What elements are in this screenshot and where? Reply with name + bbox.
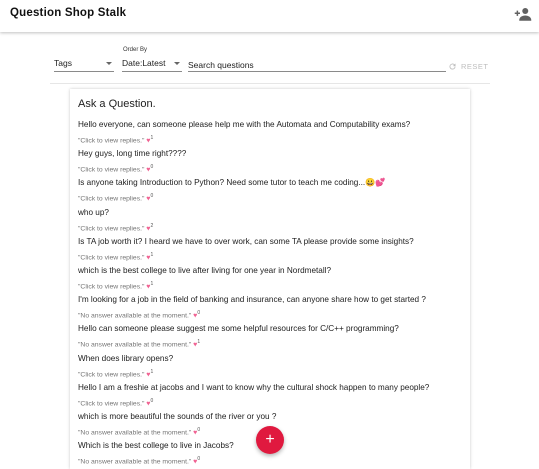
like-count: 1 <box>150 368 154 375</box>
reply-status[interactable]: "Click to view replies." <box>78 225 144 232</box>
list-item[interactable]: Is TA job worth it? I heard we have to o… <box>78 237 463 262</box>
like-count: 0 <box>197 310 201 317</box>
list-item[interactable]: which is the best college to live after … <box>78 266 463 291</box>
question-meta: "No answer available at the moment." ♥1 <box>78 338 463 349</box>
reply-status[interactable]: "Click to view replies." <box>78 283 144 290</box>
reply-status[interactable]: "Click to view replies." <box>78 400 144 407</box>
question-meta: "Click to view replies." ♥2 <box>78 222 463 233</box>
like-count: 0 <box>150 193 154 200</box>
list-item[interactable]: I'm looking for a job in the field of ba… <box>78 295 463 320</box>
question-text: who up? <box>78 207 109 217</box>
app-title: Question Shop Stalk <box>10 7 127 19</box>
like-count: 0 <box>197 456 201 463</box>
question-text: Is anyone taking Introduction to Python?… <box>78 178 386 188</box>
question-text: which is the best college to live after … <box>78 266 332 275</box>
filter-bar: Tags Order By Date:Latest RESET <box>50 38 490 84</box>
add-question-button[interactable]: + <box>256 426 284 454</box>
list-item[interactable]: Hello everyone, can someone please help … <box>78 120 463 145</box>
reply-status[interactable]: "Click to view replies." <box>78 137 144 144</box>
list-item[interactable]: When does library opens? "Click to view r… <box>78 354 463 379</box>
search-input[interactable] <box>188 58 446 72</box>
list-item[interactable]: Hello can someone please suggest me some… <box>78 324 463 349</box>
reply-status[interactable]: "Click to view replies." <box>78 196 144 203</box>
list-item[interactable]: Hello I am a freshie at jacobs and I wan… <box>78 383 463 408</box>
question-meta: "Click to view replies." ♥0 <box>78 192 463 203</box>
like-count: 0 <box>197 427 201 433</box>
plus-icon: + <box>265 431 275 448</box>
like-count: 0 <box>150 164 154 171</box>
reply-status[interactable]: "No answer available at the moment." <box>78 342 191 349</box>
like-count: 1 <box>150 281 154 287</box>
question-meta: "Click to view replies." ♥0 <box>78 163 463 174</box>
questions-card: Ask a Question. Hello everyone, can some… <box>70 89 470 469</box>
tags-select-label: Tags <box>54 58 72 68</box>
person-add-icon[interactable] <box>513 5 533 23</box>
question-meta: "Click to view replies." ♥1 <box>78 251 463 262</box>
question-text: Hello can someone please suggest me some… <box>78 324 399 334</box>
question-meta: "No answer available at the moment." ♥0 <box>78 309 463 320</box>
card-title[interactable]: Ask a Question. <box>78 98 156 110</box>
reply-status[interactable]: "Click to view replies." <box>78 254 144 261</box>
question-meta: "Click to view replies." ♥1 <box>78 368 463 379</box>
reply-status[interactable]: "Click to view replies." <box>78 166 144 173</box>
like-count: 1 <box>150 251 154 258</box>
chevron-down-icon <box>174 62 180 65</box>
reset-button[interactable]: RESET <box>448 60 489 72</box>
reply-status[interactable]: "No answer available at the moment." <box>78 458 191 465</box>
refresh-icon <box>449 63 456 70</box>
like-count: 2 <box>150 222 154 229</box>
like-count: 1 <box>150 135 154 141</box>
app-bar: Question Shop Stalk <box>0 0 539 32</box>
order-by-value: Date:Latest <box>122 58 166 68</box>
question-text: Hey guys, long time right???? <box>78 149 187 159</box>
question-text: Hello everyone, can someone please help … <box>78 120 411 129</box>
question-text: I'm looking for a job in the field of ba… <box>78 295 426 305</box>
question-meta: "Click to view replies." ♥1 <box>78 280 463 291</box>
reply-status[interactable]: "Click to view replies." <box>78 371 144 378</box>
tags-select[interactable]: Tags <box>54 58 114 72</box>
order-by-label: Order By <box>123 47 148 53</box>
question-text: Hello I am a freshie at jacobs and I wan… <box>78 382 430 392</box>
question-meta: "Click to view replies." ♥0 <box>78 397 463 408</box>
list-item[interactable]: who up? "Click to view replies." ♥2 <box>78 208 463 233</box>
reply-status[interactable]: "No answer available at the moment." <box>78 429 191 436</box>
reply-status[interactable]: "No answer available at the moment." <box>78 312 191 319</box>
like-count: 1 <box>197 339 201 346</box>
list-item[interactable]: Hey guys, long time right???? "Click to v… <box>78 149 463 174</box>
question-meta: "Click to view replies." ♥1 <box>78 134 463 145</box>
question-text: Is TA job worth it? I heard we have to o… <box>78 236 414 246</box>
like-count: 0 <box>150 397 154 404</box>
order-by-select[interactable]: Date:Latest <box>122 58 182 72</box>
question-text: which is more beautiful the sounds of th… <box>78 412 277 421</box>
chevron-down-icon <box>106 62 112 65</box>
list-item[interactable]: Is anyone taking Introduction to Python?… <box>78 178 463 203</box>
reset-label: RESET <box>461 61 489 71</box>
question-text: When does library opens? <box>78 353 174 363</box>
